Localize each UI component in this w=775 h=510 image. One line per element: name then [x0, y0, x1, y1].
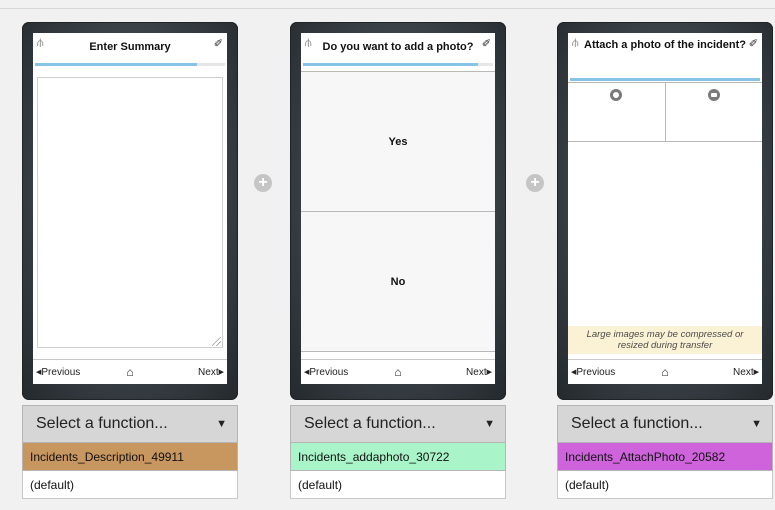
next-button[interactable]: Next▶ [466, 367, 492, 378]
previous-button[interactable]: ◀Previous [571, 367, 615, 378]
phone-screen: ⫛ Do you want to add a photo? ✐ Yes No ◀… [301, 33, 495, 384]
dropdown-arrow-icon: ▼ [216, 418, 227, 430]
screen-title: Enter Summary [89, 41, 171, 53]
screen-header: ⫛ Enter Summary ✐ [33, 33, 227, 65]
select-label: Select a function... [304, 415, 436, 432]
select-label: Select a function... [36, 415, 168, 432]
default-row[interactable]: (default) [557, 471, 773, 499]
phone-frame: ⫛ Do you want to add a photo? ✐ Yes No ◀… [290, 22, 506, 400]
chevron-left-icon: ◀ [36, 369, 42, 376]
camera-icon [610, 89, 623, 101]
function-name-row[interactable]: Incidents_Description_49911 [22, 443, 238, 471]
chevron-right-icon: ▶ [218, 369, 224, 376]
next-label: Next [198, 367, 219, 378]
add-screen-plus-icon[interactable]: + [254, 174, 272, 192]
function-select[interactable]: Select a function... ▼ [290, 405, 506, 443]
add-screen-plus-icon[interactable]: + [526, 174, 544, 192]
previous-button[interactable]: ◀Previous [304, 367, 348, 378]
progress-bar [303, 63, 493, 66]
screen-header: ⫛ Do you want to add a photo? ✐ [301, 33, 495, 65]
default-row[interactable]: (default) [22, 471, 238, 499]
previous-label: Previous [309, 367, 349, 378]
chevron-right-icon: ▶ [753, 369, 759, 376]
phone-frame: ⫛ Enter Summary ✐ ◀Previous ⌂ Next▶ [22, 22, 238, 400]
next-label: Next [733, 367, 754, 378]
plug-icon[interactable]: ✐ [749, 37, 758, 50]
signal-icon: ⫛ [305, 37, 312, 49]
dropdown-arrow-icon: ▼ [751, 418, 762, 430]
next-label: Next [466, 367, 487, 378]
folder-icon [707, 89, 720, 101]
screen-footer: ◀Previous ⌂ Next▶ [301, 359, 495, 384]
default-row[interactable]: (default) [290, 471, 506, 499]
resize-handle[interactable] [212, 337, 221, 346]
option-no-button[interactable]: No [301, 211, 495, 352]
screen-footer: ◀Previous ⌂ Next▶ [33, 359, 227, 384]
signal-icon: ⫛ [37, 37, 44, 49]
function-name-row[interactable]: Incidents_addaphoto_30722 [290, 443, 506, 471]
phone-frame: ⫛ Attach a photo of the incident? ✐ Larg… [557, 22, 773, 400]
take-photo-button[interactable] [568, 83, 666, 141]
screen-header: ⫛ Attach a photo of the incident? ✐ [568, 33, 762, 65]
chevron-right-icon: ▶ [486, 369, 492, 376]
screen-title: Do you want to add a photo? [322, 41, 474, 53]
phone-screen: ⫛ Attach a photo of the incident? ✐ Larg… [568, 33, 762, 384]
photo-source-grid [568, 82, 762, 142]
previous-button[interactable]: ◀Previous [36, 367, 80, 378]
function-select[interactable]: Select a function... ▼ [557, 405, 773, 443]
phone-screen: ⫛ Enter Summary ✐ ◀Previous ⌂ Next▶ [33, 33, 227, 384]
choose-file-button[interactable] [666, 83, 763, 141]
chevron-left-icon: ◀ [304, 369, 310, 376]
progress-fill [35, 63, 197, 66]
plug-icon[interactable]: ✐ [214, 37, 223, 50]
progress-fill [570, 78, 760, 81]
progress-bar [570, 78, 760, 81]
chevron-left-icon: ◀ [571, 369, 577, 376]
function-name-row[interactable]: Incidents_AttachPhoto_20582 [557, 443, 773, 471]
home-icon[interactable]: ⌂ [661, 365, 668, 379]
previous-label: Previous [576, 367, 616, 378]
previous-label: Previous [41, 367, 81, 378]
dropdown-arrow-icon: ▼ [484, 418, 495, 430]
signal-icon: ⫛ [572, 37, 579, 49]
screen-footer: ◀Previous ⌂ Next▶ [568, 359, 762, 384]
home-icon[interactable]: ⌂ [394, 365, 401, 379]
progress-bar [35, 63, 225, 66]
next-button[interactable]: Next▶ [198, 367, 224, 378]
home-icon[interactable]: ⌂ [126, 365, 133, 379]
option-yes-button[interactable]: Yes [301, 71, 495, 212]
plug-icon[interactable]: ✐ [482, 37, 491, 50]
summary-textarea[interactable] [37, 77, 223, 348]
next-button[interactable]: Next▶ [733, 367, 759, 378]
select-label: Select a function... [571, 415, 703, 432]
screen-title: Attach a photo of the incident? [584, 39, 746, 51]
function-select[interactable]: Select a function... ▼ [22, 405, 238, 443]
progress-fill [303, 63, 478, 66]
compression-warning: Large images may be compressed or resize… [568, 326, 762, 354]
